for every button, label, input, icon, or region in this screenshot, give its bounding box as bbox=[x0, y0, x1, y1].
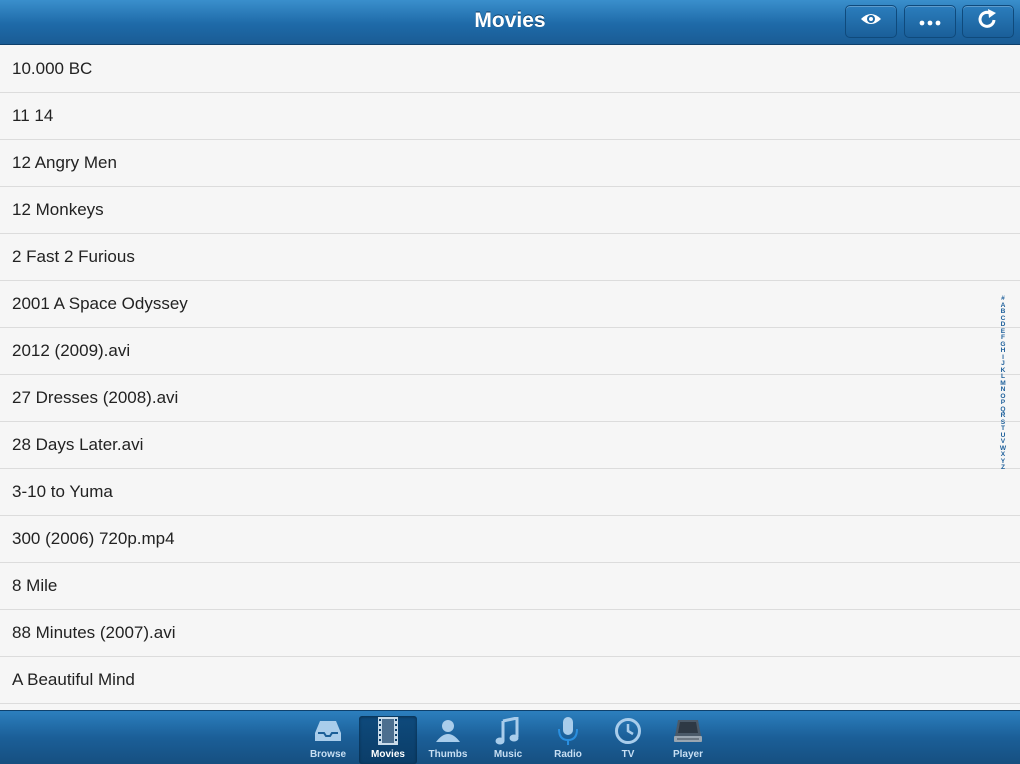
tab-radio[interactable]: Radio bbox=[539, 716, 597, 764]
refresh-button[interactable] bbox=[962, 5, 1014, 38]
refresh-icon bbox=[977, 8, 999, 35]
list-item[interactable]: 12 Angry Men bbox=[0, 140, 1020, 187]
clock-icon bbox=[614, 716, 642, 746]
tab-tv[interactable]: TV bbox=[599, 716, 657, 764]
tab-label: Music bbox=[493, 749, 523, 760]
list-item[interactable]: 2 Fast 2 Furious bbox=[0, 234, 1020, 281]
list-item[interactable]: 28 Days Later.avi bbox=[0, 422, 1020, 469]
tab-label: Radio bbox=[554, 749, 582, 760]
person-icon bbox=[434, 716, 462, 746]
music-note-icon bbox=[495, 716, 521, 746]
list-item[interactable]: 27 Dresses (2008).avi bbox=[0, 375, 1020, 422]
tab-player[interactable]: Player bbox=[659, 716, 717, 764]
eye-icon bbox=[860, 12, 882, 31]
index-letter[interactable]: Z bbox=[996, 464, 1010, 472]
player-device-icon bbox=[673, 716, 703, 746]
tab-label: Player bbox=[672, 749, 704, 760]
more-button[interactable] bbox=[904, 5, 956, 38]
film-icon bbox=[377, 716, 399, 746]
list-item[interactable]: 3-10 to Yuma bbox=[0, 469, 1020, 516]
tab-label: Thumbs bbox=[428, 749, 468, 760]
tab-label: TV bbox=[621, 749, 635, 760]
list-item[interactable]: 8 Mile bbox=[0, 563, 1020, 610]
list-item[interactable]: 300 (2006) 720p.mp4 bbox=[0, 516, 1020, 563]
tab-music[interactable]: Music bbox=[479, 716, 537, 764]
header-bar: Movies bbox=[0, 0, 1020, 45]
view-button[interactable] bbox=[845, 5, 897, 38]
tab-label: Browse bbox=[309, 749, 347, 760]
tab-movies[interactable]: Movies bbox=[359, 716, 417, 764]
list-item[interactable]: A Beautiful Mind bbox=[0, 657, 1020, 704]
list-item[interactable]: 12 Monkeys bbox=[0, 187, 1020, 234]
more-icon bbox=[919, 13, 941, 31]
tab-bar: Browse Movies Thumbs Music Radio TV Play… bbox=[0, 710, 1020, 764]
alphabet-index[interactable]: # A B C D E F G H I J K L M N O P Q R S T U V W X Y Z bbox=[996, 295, 1010, 472]
list-item[interactable]: 10.000 BC bbox=[0, 46, 1020, 93]
list-item[interactable]: 11 14 bbox=[0, 93, 1020, 140]
microphone-icon bbox=[556, 716, 580, 746]
tab-thumbs[interactable]: Thumbs bbox=[419, 716, 477, 764]
movie-list: 10.000 BC 11 14 12 Angry Men 12 Monkeys … bbox=[0, 46, 1020, 710]
tab-label: Movies bbox=[371, 749, 405, 760]
list-item[interactable]: 2001 A Space Odyssey bbox=[0, 281, 1020, 328]
list-item[interactable]: 88 Minutes (2007).avi bbox=[0, 610, 1020, 657]
tab-browse[interactable]: Browse bbox=[299, 716, 357, 764]
inbox-icon bbox=[314, 716, 342, 746]
list-item[interactable]: 2012 (2009).avi bbox=[0, 328, 1020, 375]
